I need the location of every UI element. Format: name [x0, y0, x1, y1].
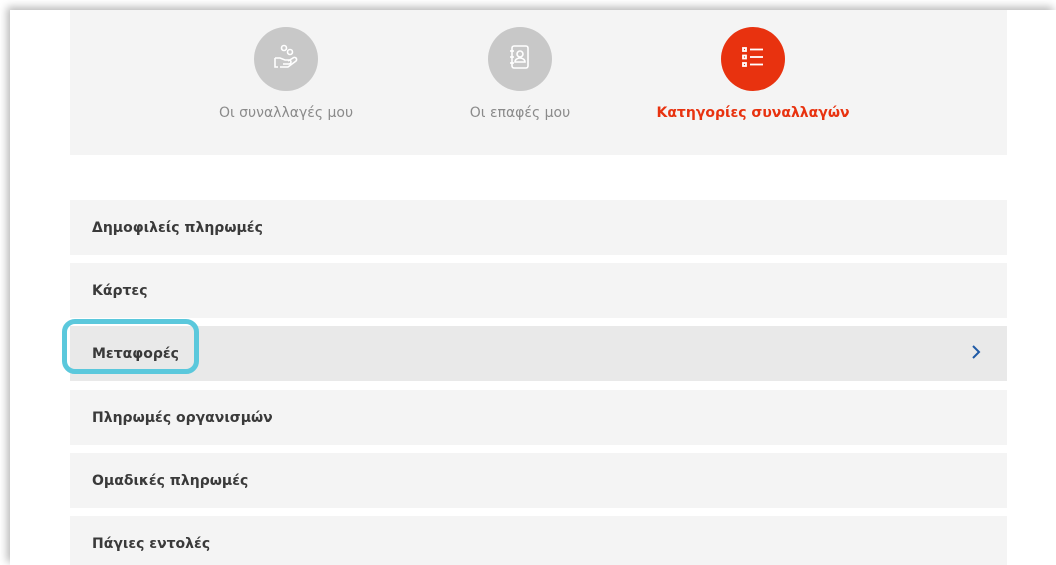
- category-label: Κάρτες: [92, 282, 148, 299]
- tab-icon-circle: [721, 27, 785, 91]
- tab-label: Οι συναλλαγές μου: [218, 105, 354, 121]
- app-frame: Οι συναλλαγές μου Οι επαφές μου Κατηγορί…: [10, 10, 1056, 565]
- list-icon: [739, 43, 767, 75]
- category-organization-payments[interactable]: Πληρωμές οργανισμών: [70, 390, 1007, 445]
- address-book-icon: [505, 42, 535, 76]
- tab-my-contacts[interactable]: Οι επαφές μου: [420, 27, 620, 121]
- category-group-payments[interactable]: Ομαδικές πληρωμές: [70, 453, 1007, 508]
- category-transfers[interactable]: Μεταφορές: [70, 326, 1007, 381]
- tabs-panel: Οι συναλλαγές μου Οι επαφές μου Κατηγορί…: [70, 10, 1007, 155]
- hand-coins-icon: [271, 42, 301, 76]
- category-label: Ομαδικές πληρωμές: [92, 472, 249, 489]
- category-standing-orders[interactable]: Πάγιες εντολές: [70, 516, 1007, 565]
- tab-label: Κατηγορίες συναλλαγών: [656, 105, 850, 121]
- category-label: Πάγιες εντολές: [92, 535, 211, 552]
- category-popular-payments[interactable]: Δημοφιλείς πληρωμές: [70, 200, 1007, 255]
- tab-my-transactions[interactable]: Οι συναλλαγές μου: [186, 27, 386, 121]
- tab-icon-circle: [254, 27, 318, 91]
- category-label: Δημοφιλείς πληρωμές: [92, 219, 263, 236]
- category-label: Μεταφορές: [92, 345, 179, 362]
- tab-label: Οι επαφές μου: [469, 105, 571, 121]
- category-cards[interactable]: Κάρτες: [70, 263, 1007, 318]
- category-label: Πληρωμές οργανισμών: [92, 409, 273, 426]
- tab-transaction-categories[interactable]: Κατηγορίες συναλλαγών: [653, 27, 853, 121]
- tab-icon-circle: [488, 27, 552, 91]
- chevron-right-icon[interactable]: [971, 344, 981, 364]
